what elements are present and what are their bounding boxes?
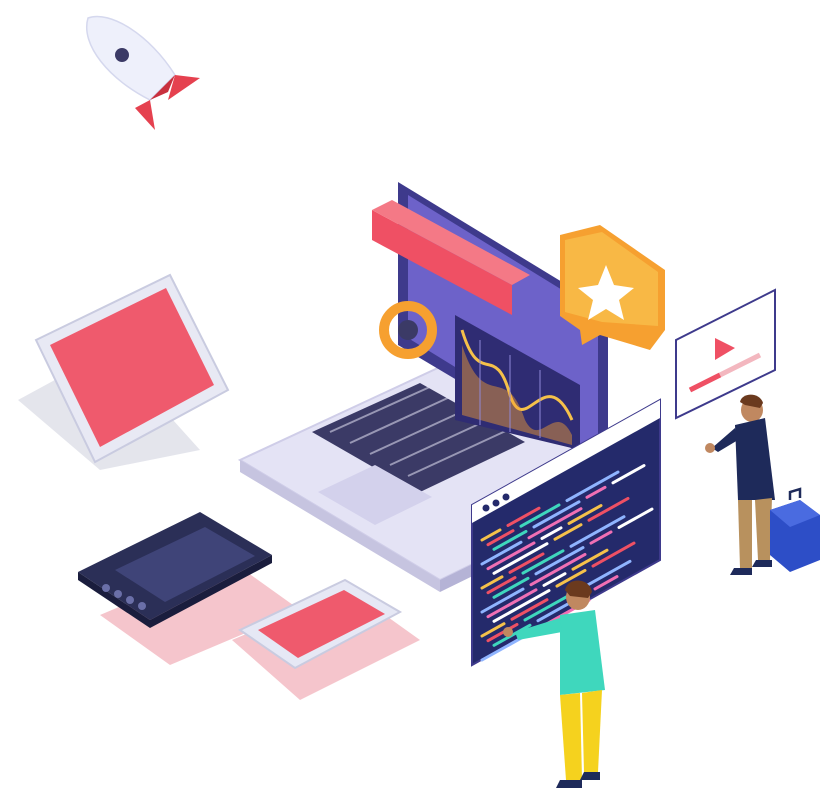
- standing-tablet: [18, 273, 230, 470]
- window-dot: [482, 504, 490, 512]
- tablet-button: [102, 584, 110, 592]
- briefcase-icon: [770, 487, 820, 572]
- window-dot: [492, 499, 500, 507]
- rocket-icon: [85, 15, 200, 130]
- window-dot: [502, 493, 510, 501]
- person-standing-right: [705, 394, 775, 575]
- illustration-svg: [18, 15, 820, 788]
- illustration-scene: [0, 0, 821, 797]
